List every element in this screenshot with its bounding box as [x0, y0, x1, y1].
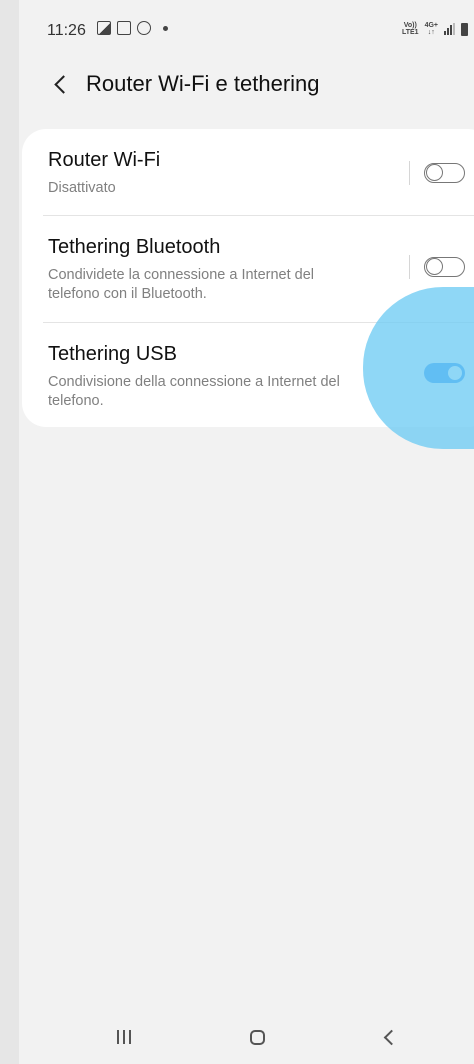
more-notifications-icon [163, 25, 168, 31]
bluetooth-tethering-toggle[interactable] [424, 257, 465, 277]
setting-row-usb-tethering[interactable]: Tethering USB Condivisione della conness… [22, 323, 474, 427]
recents-button[interactable] [104, 1022, 144, 1052]
volte-label: Vo)) [403, 22, 417, 29]
setting-subtitle: Condivisione della connessione a Interne… [48, 374, 340, 409]
status-bar: 11:26 Vo)) LTE1 4G+ ↓↑ [19, 0, 474, 56]
setting-title: Router Wi-Fi [48, 149, 161, 171]
status-right: Vo)) LTE1 4G+ ↓↑ [402, 22, 468, 36]
volte-indicator: Vo)) LTE1 [402, 22, 419, 36]
wifi-hotspot-toggle[interactable] [424, 163, 465, 183]
network-type-label: 4G+ [424, 22, 438, 29]
battery-icon [461, 22, 468, 36]
network-type-indicator: 4G+ ↓↑ [425, 22, 438, 36]
setting-row-bluetooth-tethering[interactable]: Tethering Bluetooth Condividete la conne… [22, 216, 474, 322]
home-icon [249, 1029, 265, 1045]
back-nav-button[interactable] [369, 1022, 409, 1052]
phone-screen: 11:26 Vo)) LTE1 4G+ ↓↑ Router Wi-Fi e te… [19, 0, 474, 1064]
usb-tethering-toggle[interactable] [424, 363, 465, 383]
navigation-bar [19, 1010, 474, 1064]
chevron-left-icon [53, 74, 73, 94]
page-header: Router Wi-Fi e tethering [19, 58, 474, 110]
setting-subtitle: Disattivato [48, 180, 116, 196]
page-title: Router Wi-Fi e tethering [86, 71, 320, 96]
setting-row-wifi-hotspot[interactable]: Router Wi-Fi Disattivato [22, 129, 474, 215]
vpn-icon [137, 21, 151, 35]
data-activity-label: ↓↑ [427, 29, 435, 36]
notification-icons [97, 21, 168, 35]
back-icon [383, 1029, 399, 1045]
status-time: 11:26 [47, 22, 86, 39]
signal-icon [444, 23, 455, 35]
lte-label: LTE1 [401, 29, 419, 36]
separator [409, 255, 410, 279]
separator [409, 161, 410, 185]
back-button[interactable] [47, 70, 75, 98]
settings-card: Router Wi-Fi Disattivato Tethering Bluet… [22, 129, 474, 427]
setting-title: Tethering USB [48, 343, 177, 365]
setting-title: Tethering Bluetooth [48, 236, 221, 258]
toggle-knob [446, 364, 464, 382]
recents-icon [117, 1030, 131, 1044]
toggle-knob [426, 164, 443, 181]
toggle-knob [426, 258, 443, 275]
image-icon [97, 21, 111, 35]
screenshot-icon [117, 21, 131, 35]
setting-subtitle: Condividete la connessione a Internet de… [48, 267, 315, 302]
home-button[interactable] [237, 1022, 277, 1052]
